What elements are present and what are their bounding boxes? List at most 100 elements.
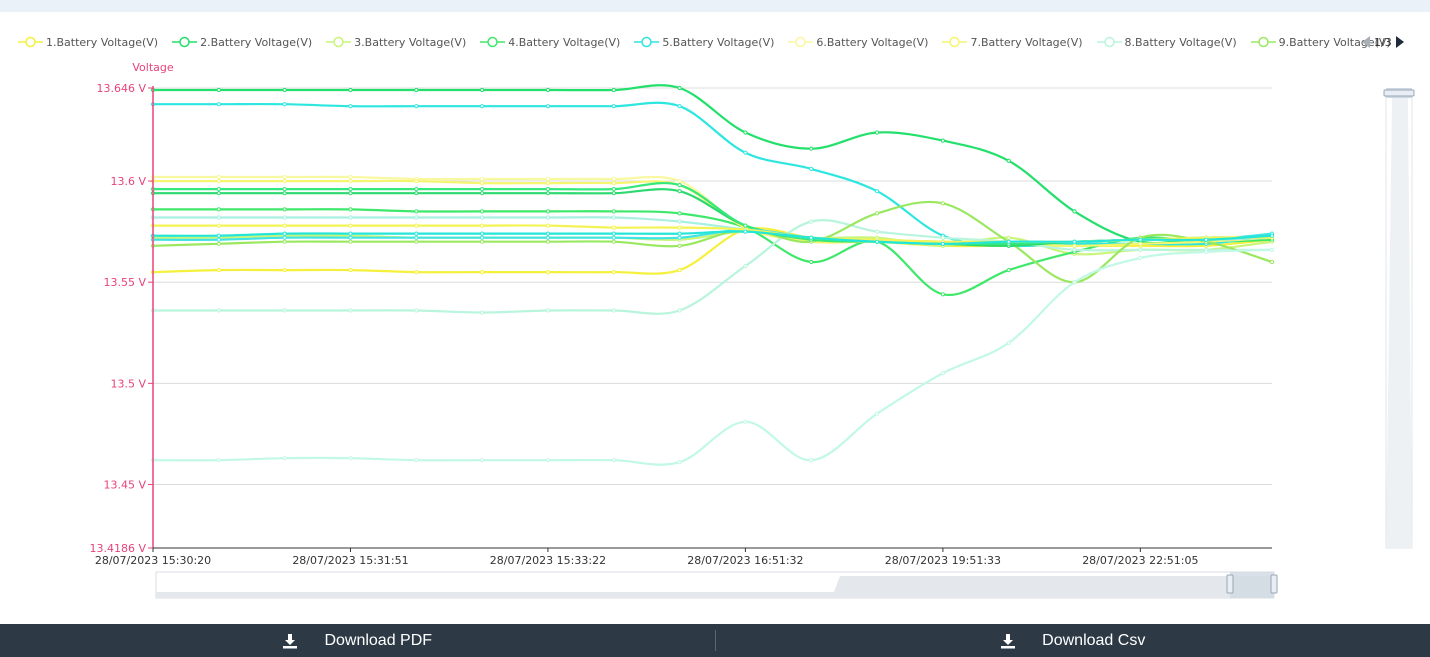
series-4-point[interactable] bbox=[414, 209, 419, 214]
series-14-point[interactable] bbox=[480, 223, 485, 228]
series-2-point[interactable] bbox=[348, 87, 353, 93]
series-2-point[interactable] bbox=[282, 87, 287, 93]
series-16-point[interactable] bbox=[1006, 340, 1011, 345]
series-11-point[interactable] bbox=[611, 187, 616, 192]
series-15-point[interactable] bbox=[216, 233, 221, 238]
series-13-point[interactable] bbox=[545, 215, 551, 220]
series-16-point[interactable] bbox=[282, 456, 287, 461]
series-4-point[interactable] bbox=[282, 207, 287, 212]
series-2-point[interactable] bbox=[677, 85, 682, 91]
series-8-point[interactable] bbox=[809, 219, 814, 224]
series-2-point[interactable] bbox=[414, 87, 419, 93]
series-16-point[interactable] bbox=[414, 458, 419, 463]
series-15-point[interactable] bbox=[1072, 239, 1077, 244]
series-1-point[interactable] bbox=[282, 268, 287, 273]
series-4-point[interactable] bbox=[677, 211, 682, 216]
series-15-point[interactable] bbox=[414, 231, 419, 236]
series-2-point[interactable] bbox=[545, 87, 551, 93]
series-5-point[interactable] bbox=[414, 104, 419, 109]
series-5-point[interactable] bbox=[480, 104, 485, 109]
series-8-point[interactable] bbox=[677, 308, 682, 313]
series-16-point[interactable] bbox=[480, 458, 485, 463]
series-12-point[interactable] bbox=[677, 235, 682, 240]
series-15-point[interactable] bbox=[545, 231, 551, 236]
series-5-point[interactable] bbox=[282, 102, 287, 107]
series-16-point[interactable] bbox=[677, 460, 682, 465]
series-11-point[interactable] bbox=[348, 187, 353, 192]
series-15-point[interactable] bbox=[1204, 237, 1209, 242]
series-8-point[interactable] bbox=[414, 308, 419, 313]
series-16-point[interactable] bbox=[743, 419, 748, 424]
series-11-point[interactable] bbox=[743, 223, 748, 228]
series-12-point[interactable] bbox=[480, 235, 485, 240]
series-4-point[interactable] bbox=[611, 209, 616, 214]
series-8-point[interactable] bbox=[611, 308, 616, 313]
series-14-point[interactable] bbox=[545, 223, 551, 228]
series-9-point[interactable] bbox=[677, 243, 682, 248]
series-12-point[interactable] bbox=[545, 235, 551, 240]
series-2-point[interactable] bbox=[940, 138, 946, 143]
series-16-point[interactable] bbox=[1072, 280, 1077, 285]
series-16-point[interactable] bbox=[611, 458, 616, 463]
series-15-point[interactable] bbox=[677, 231, 682, 236]
download-pdf-button[interactable]: Download PDF bbox=[0, 624, 715, 657]
series-12-point[interactable] bbox=[348, 235, 353, 240]
series-8-point[interactable] bbox=[1072, 247, 1077, 252]
series-5-point[interactable] bbox=[743, 150, 748, 155]
series-5-point[interactable] bbox=[545, 104, 551, 109]
series-15-point[interactable] bbox=[282, 231, 287, 236]
series-9-point[interactable] bbox=[1269, 259, 1275, 265]
series-8-point[interactable] bbox=[480, 310, 485, 315]
series-13-point[interactable] bbox=[414, 215, 419, 220]
series-2-point[interactable] bbox=[480, 87, 485, 93]
series-16-point[interactable] bbox=[1204, 249, 1209, 254]
x-zoom-window[interactable] bbox=[1230, 572, 1274, 598]
series-11-point[interactable] bbox=[545, 187, 551, 192]
series-10-point[interactable] bbox=[216, 191, 221, 196]
series-9-point[interactable] bbox=[940, 201, 946, 206]
series-7-point[interactable] bbox=[414, 179, 419, 184]
series-1-point[interactable] bbox=[480, 270, 485, 275]
series-10-point[interactable] bbox=[545, 191, 551, 196]
series-2-point[interactable] bbox=[216, 87, 221, 93]
series-12-point[interactable] bbox=[282, 235, 287, 240]
series-10-point[interactable] bbox=[414, 191, 419, 196]
series-1-point[interactable] bbox=[348, 268, 353, 273]
download-csv-button[interactable]: Download Csv bbox=[716, 624, 1430, 657]
series-15-point[interactable] bbox=[743, 229, 748, 234]
series-2-point[interactable] bbox=[1072, 209, 1077, 214]
series-11-point[interactable] bbox=[282, 187, 287, 192]
series-15-point[interactable] bbox=[940, 241, 946, 246]
series-10-point[interactable] bbox=[282, 191, 287, 196]
series-16-point[interactable] bbox=[940, 371, 946, 376]
series-5-point[interactable] bbox=[216, 102, 221, 107]
series-2-point[interactable] bbox=[875, 130, 880, 135]
series-4-point[interactable] bbox=[480, 209, 485, 214]
series-4-point[interactable] bbox=[348, 207, 353, 212]
series-13-point[interactable] bbox=[611, 215, 616, 220]
series-16-point[interactable] bbox=[809, 458, 814, 463]
series-7-point[interactable] bbox=[480, 181, 485, 186]
series-9-point[interactable] bbox=[348, 239, 353, 244]
series-13-point[interactable] bbox=[282, 215, 287, 220]
series-3-point[interactable] bbox=[1006, 235, 1011, 240]
series-8-point[interactable] bbox=[1138, 247, 1143, 252]
series-12-point[interactable] bbox=[611, 235, 616, 240]
series-9-point[interactable] bbox=[414, 239, 419, 244]
series-15-point[interactable] bbox=[480, 231, 485, 236]
series-6-point[interactable] bbox=[282, 174, 287, 180]
series-14-point[interactable] bbox=[282, 223, 287, 228]
series-15-point[interactable] bbox=[1269, 233, 1275, 238]
series-14-point[interactable] bbox=[677, 225, 682, 230]
series-9-point[interactable] bbox=[545, 239, 551, 244]
series-7-point[interactable] bbox=[545, 181, 551, 186]
series-8-point[interactable] bbox=[545, 308, 551, 313]
series-14-point[interactable] bbox=[216, 223, 221, 228]
series-12-point[interactable] bbox=[216, 237, 221, 242]
series-10-point[interactable] bbox=[480, 191, 485, 196]
series-9-point[interactable] bbox=[282, 239, 287, 244]
series-9-point[interactable] bbox=[611, 239, 616, 244]
series-4-point[interactable] bbox=[545, 209, 551, 214]
series-9-point[interactable] bbox=[875, 211, 880, 216]
series-8-point[interactable] bbox=[348, 308, 353, 313]
